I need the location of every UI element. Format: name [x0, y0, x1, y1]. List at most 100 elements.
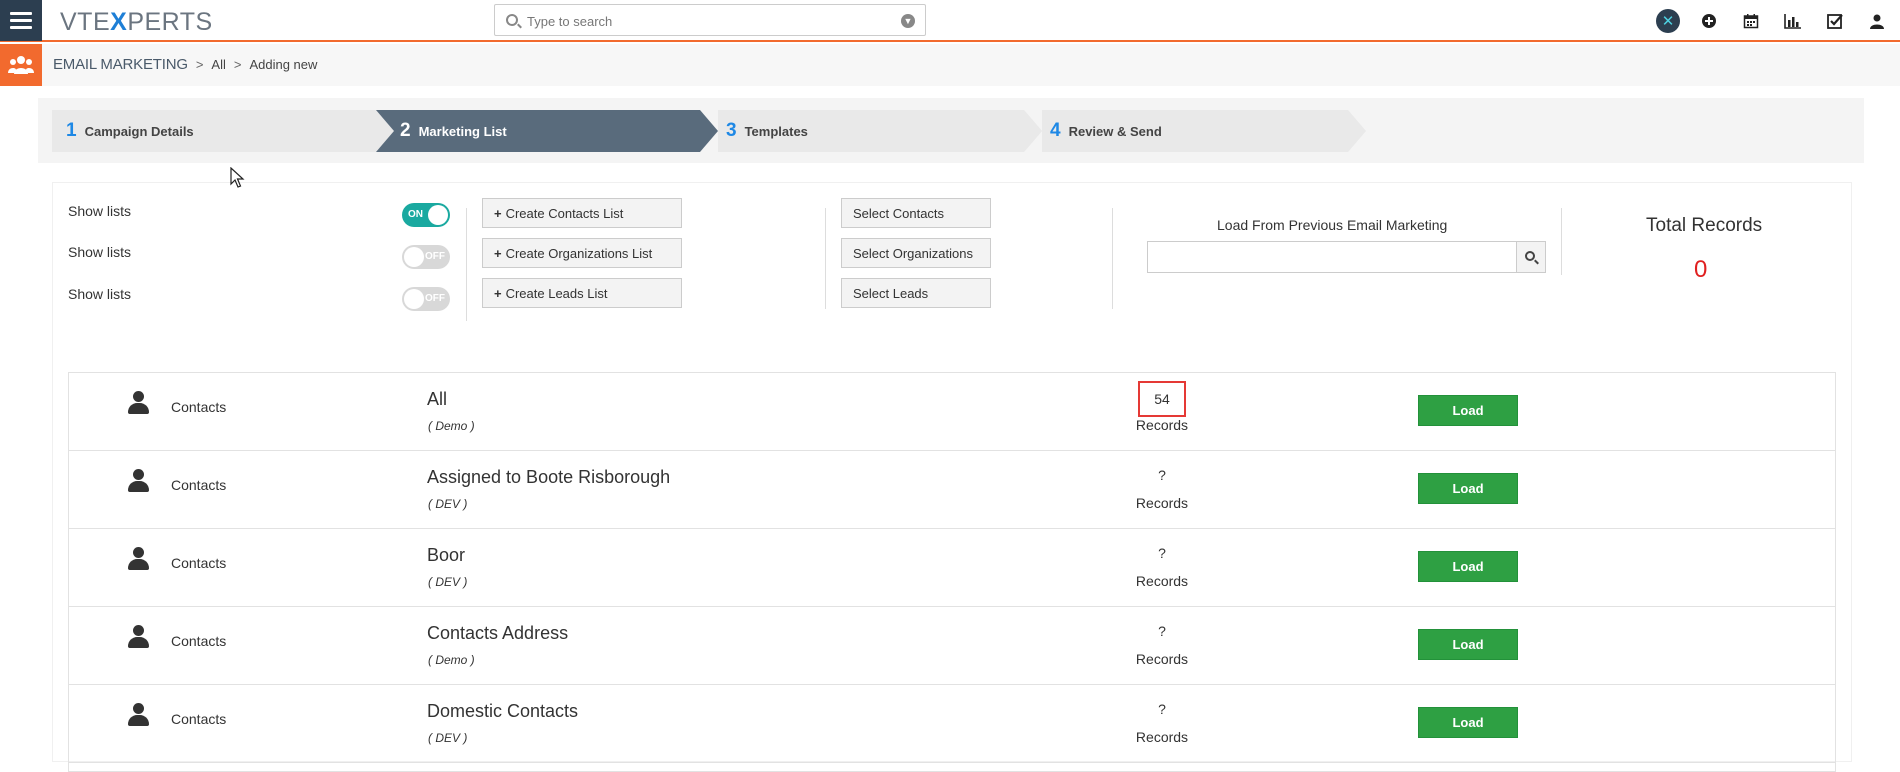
- load-previous-label: Load From Previous Email Marketing: [1217, 217, 1448, 233]
- list-owner: ( DEV ): [428, 731, 468, 745]
- divider: [1112, 208, 1113, 309]
- contact-person-icon: [127, 391, 149, 415]
- breadcrumb-current: Adding new: [249, 57, 318, 72]
- step-review-send[interactable]: 4 Review & Send: [1042, 110, 1348, 152]
- list-row: Contacts Domestic Contacts ( DEV ) ? Rec…: [69, 685, 1835, 763]
- list-row: Contacts Contacts Address ( Demo ) ? Rec…: [69, 607, 1835, 685]
- load-previous-input[interactable]: [1147, 241, 1517, 273]
- load-list-button[interactable]: Load: [1418, 395, 1518, 426]
- list-row: Contacts All ( Demo ) 54 Records Load: [69, 373, 1835, 451]
- show-lists-toggle-organizations[interactable]: OFF: [402, 245, 450, 269]
- breadcrumb-separator: >: [233, 57, 242, 72]
- toggle-state: OFF: [425, 293, 445, 304]
- divider: [466, 208, 467, 321]
- show-lists-toggle-leads[interactable]: OFF: [402, 287, 450, 311]
- contact-person-icon: [127, 625, 149, 649]
- load-list-button[interactable]: Load: [1418, 629, 1518, 660]
- show-lists-toggle-contacts[interactable]: ON: [402, 203, 450, 227]
- records-label: Records: [1135, 495, 1189, 511]
- list-owner: ( Demo ): [428, 653, 475, 667]
- email-marketing-module-icon[interactable]: [0, 44, 42, 86]
- create-organizations-list-button[interactable]: + Create Organizations List: [482, 238, 682, 268]
- contact-person-icon: [127, 469, 149, 493]
- search-icon: [1525, 251, 1535, 261]
- step-arrow: [1348, 110, 1366, 152]
- list-owner: ( Demo ): [428, 419, 475, 433]
- plus-circle-icon[interactable]: [1696, 8, 1722, 34]
- list-record-count: ?: [1158, 623, 1166, 639]
- button-label: Create Organizations List: [505, 245, 653, 261]
- step-arrow: [376, 110, 394, 152]
- records-label: Records: [1135, 729, 1189, 745]
- toggle-state: ON: [408, 209, 423, 220]
- divider: [1561, 208, 1562, 275]
- step-number: 4: [1050, 120, 1061, 141]
- breadcrumb: EMAIL MARKETING > All > Adding new: [53, 56, 317, 73]
- step-templates[interactable]: 3 Templates: [718, 110, 1024, 152]
- records-label: Records: [1135, 573, 1189, 589]
- records-label: Records: [1135, 417, 1189, 433]
- list-record-count: 54: [1138, 381, 1186, 417]
- select-contacts-button[interactable]: Select Contacts: [841, 198, 991, 228]
- breadcrumb-bar: EMAIL MARKETING > All > Adding new: [0, 44, 1900, 86]
- chevron-down-icon[interactable]: ▼: [901, 14, 915, 28]
- button-label: Select Contacts: [853, 205, 945, 221]
- list-module: Contacts: [171, 633, 227, 649]
- button-label: Create Leads List: [505, 285, 608, 301]
- breadcrumb-module[interactable]: EMAIL MARKETING: [53, 56, 188, 73]
- toggle-state: OFF: [425, 251, 445, 262]
- plus-icon: +: [494, 205, 502, 221]
- user-icon[interactable]: [1864, 8, 1890, 34]
- checkbox-icon[interactable]: [1822, 8, 1848, 34]
- list-name: All: [427, 389, 448, 409]
- step-marketing-list[interactable]: 2 Marketing List: [376, 110, 700, 152]
- step-number: 3: [726, 120, 737, 141]
- vtexperts-logo[interactable]: VTEXPERTS: [60, 8, 213, 37]
- select-organizations-button[interactable]: Select Organizations: [841, 238, 991, 268]
- step-campaign-details[interactable]: 1 Campaign Details: [52, 110, 376, 152]
- list-name: Assigned to Boote Risborough: [427, 467, 671, 487]
- list-row: Contacts Boor ( DEV ) ? Records Load: [69, 529, 1835, 607]
- plus-icon: +: [494, 285, 502, 301]
- vtexperts-x-icon[interactable]: ✕: [1656, 9, 1680, 33]
- button-label: Select Organizations: [853, 245, 973, 261]
- list-owner: ( DEV ): [428, 497, 468, 511]
- search-input[interactable]: [527, 11, 867, 31]
- list-module: Contacts: [171, 477, 227, 493]
- list-module: Contacts: [171, 399, 227, 415]
- list-row: Contacts Assigned to Boote Risborough ( …: [69, 451, 1835, 529]
- logo-text-1: VTE: [60, 8, 111, 36]
- step-arrow: [700, 110, 718, 152]
- load-list-button[interactable]: Load: [1418, 707, 1518, 738]
- button-label: Select Leads: [853, 285, 929, 301]
- select-leads-button[interactable]: Select Leads: [841, 278, 991, 308]
- step-label: Campaign Details: [84, 123, 194, 139]
- create-contacts-list-button[interactable]: + Create Contacts List: [482, 198, 682, 228]
- list-record-count: ?: [1158, 545, 1166, 561]
- list-record-count: ?: [1158, 467, 1166, 483]
- divider: [825, 208, 826, 309]
- total-records-label: Total Records: [1646, 215, 1763, 236]
- load-list-button[interactable]: Load: [1418, 551, 1518, 582]
- show-lists-label-leads: Show lists: [68, 286, 132, 302]
- bar-chart-icon[interactable]: [1780, 8, 1806, 34]
- list-module: Contacts: [171, 711, 227, 727]
- contact-person-icon: [127, 703, 149, 727]
- breadcrumb-all[interactable]: All: [211, 57, 225, 72]
- load-previous-search-button[interactable]: [1516, 241, 1546, 273]
- load-list-button[interactable]: Load: [1418, 473, 1518, 504]
- search-icon: [506, 14, 518, 26]
- step-label: Review & Send: [1068, 123, 1162, 139]
- button-label: Create Contacts List: [505, 205, 624, 221]
- global-search: ▼: [494, 4, 926, 36]
- step-label: Templates: [744, 123, 808, 139]
- list-name: Domestic Contacts: [427, 701, 579, 721]
- list-name: Boor: [427, 545, 466, 565]
- calendar-icon[interactable]: [1738, 8, 1764, 34]
- step-number: 1: [66, 120, 77, 141]
- list-record-count: ?: [1158, 701, 1166, 717]
- menu-icon[interactable]: [0, 0, 42, 41]
- step-arrow: [1024, 110, 1042, 152]
- marketing-lists-table: Contacts All ( Demo ) 54 Records Load Co…: [68, 372, 1836, 772]
- create-leads-list-button[interactable]: + Create Leads List: [482, 278, 682, 308]
